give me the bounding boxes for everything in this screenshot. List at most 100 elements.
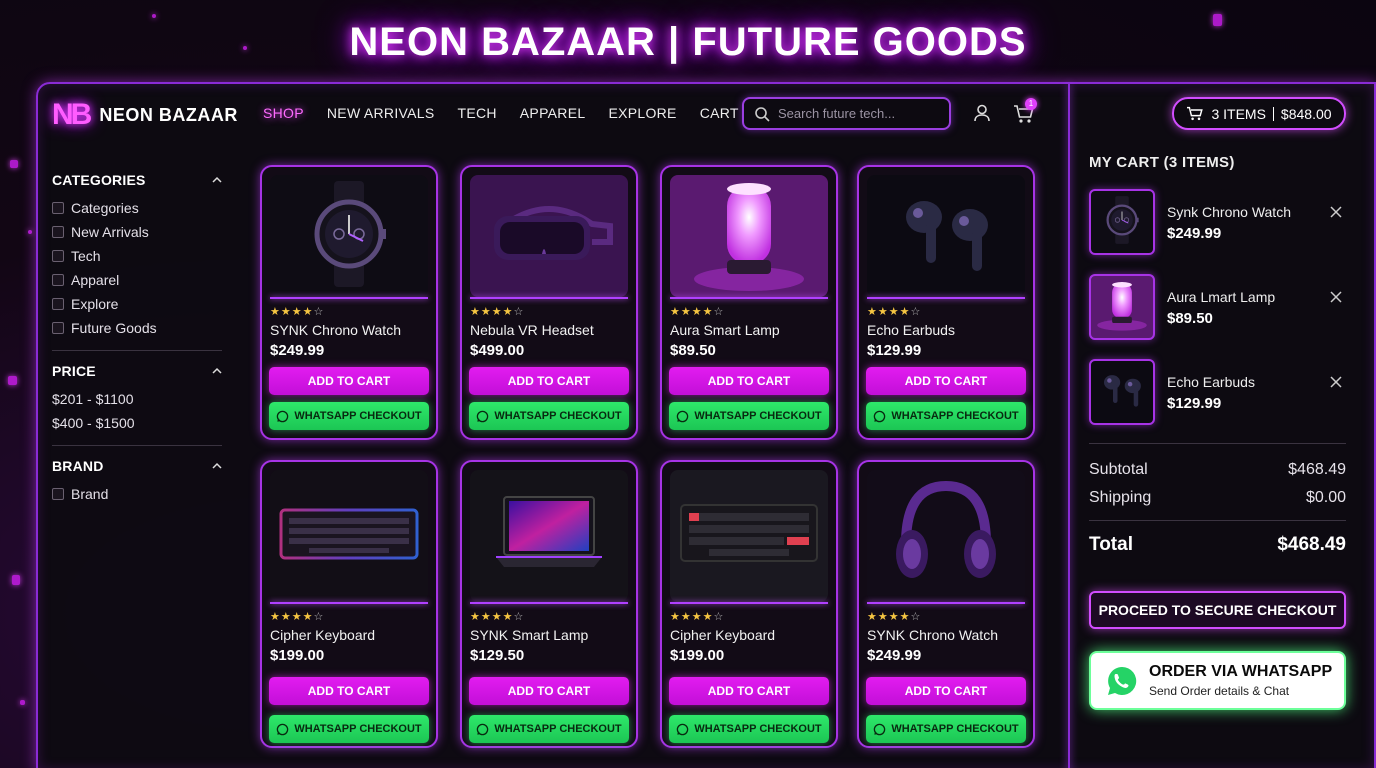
cart-item-price: $249.99 <box>1167 225 1222 242</box>
logo-text: NEON BAZAAR <box>99 104 238 125</box>
cart-count-badge: 1 <box>1025 98 1037 110</box>
cart-summary-button[interactable]: 3 ITEMS $848.00 <box>1172 97 1346 130</box>
product-name[interactable]: Cipher Keyboard <box>270 627 375 643</box>
filter-option[interactable]: Apparel <box>52 268 222 292</box>
lamp-icon <box>689 175 809 297</box>
product-name[interactable]: SYNK Smart Lamp <box>470 627 588 643</box>
product-price: $499.00 <box>470 342 525 359</box>
whatsapp-checkout-button[interactable]: WHATSAPP CHECKOUT <box>269 715 429 743</box>
product-name[interactable]: Cipher Keyboard <box>670 627 775 643</box>
product-image[interactable] <box>270 175 428 297</box>
product-image[interactable] <box>670 175 828 297</box>
headphones-icon <box>886 474 1006 599</box>
add-to-cart-button[interactable]: ADD TO CART <box>669 367 829 395</box>
filter-option[interactable]: Explore <box>52 292 222 316</box>
product-card[interactable]: ★★★★☆ Aura Smart Lamp $89.50 ADD TO CART… <box>660 165 838 440</box>
product-card[interactable]: ★★★★☆ Cipher Keyboard $199.00 ADD TO CAR… <box>660 460 838 748</box>
filter-label: Apparel <box>71 272 120 288</box>
product-image[interactable] <box>470 175 628 297</box>
product-image[interactable] <box>470 470 628 602</box>
product-price: $199.00 <box>670 647 725 664</box>
filter-option[interactable]: Brand <box>52 482 222 506</box>
whatsapp-icon <box>874 410 886 422</box>
checkbox[interactable] <box>52 274 64 286</box>
product-image[interactable] <box>270 470 428 602</box>
product-card[interactable]: ★★★★☆ SYNK Chrono Watch $249.99 ADD TO C… <box>857 460 1035 748</box>
filter-option[interactable]: Categories <box>52 196 222 220</box>
categories-header[interactable]: CATEGORIES <box>52 172 222 188</box>
cart-item-thumbnail[interactable] <box>1089 359 1155 425</box>
checkbox[interactable] <box>52 250 64 262</box>
checkbox[interactable] <box>52 322 64 334</box>
nav-apparel[interactable]: APPAREL <box>520 105 586 121</box>
chevron-up-icon <box>212 462 222 469</box>
checkbox[interactable] <box>52 202 64 214</box>
checkbox[interactable] <box>52 298 64 310</box>
close-icon[interactable] <box>1329 375 1343 389</box>
shipping-row: Shipping $0.00 <box>1089 489 1346 507</box>
whatsapp-checkout-button[interactable]: WHATSAPP CHECKOUT <box>866 715 1026 743</box>
cart-item: Synk Chrono Watch $249.99 <box>1089 189 1347 255</box>
product-card[interactable]: ★★★★☆ SYNK Smart Lamp $129.50 ADD TO CAR… <box>460 460 638 748</box>
nav-new-arrivals[interactable]: NEW ARRIVALS <box>327 105 435 121</box>
whatsapp-checkout-button[interactable]: WHATSAPP CHECKOUT <box>269 402 429 430</box>
whatsapp-checkout-button[interactable]: WHATSAPP CHECKOUT <box>669 402 829 430</box>
product-image[interactable] <box>867 175 1025 297</box>
product-name[interactable]: SYNK Chrono Watch <box>270 322 401 338</box>
cart-item-thumbnail[interactable] <box>1089 274 1155 340</box>
filter-option[interactable]: Tech <box>52 244 222 268</box>
rating-stars: ★★★★☆ <box>270 611 325 623</box>
card-divider <box>270 297 428 299</box>
add-to-cart-button[interactable]: ADD TO CART <box>669 677 829 705</box>
whatsapp-checkout-button[interactable]: WHATSAPP CHECKOUT <box>469 402 629 430</box>
brand-logo[interactable]: NB NEON BAZAAR <box>52 98 238 132</box>
order-via-whatsapp-button[interactable]: ORDER VIA WHATSAPP Send Order details & … <box>1089 651 1346 710</box>
close-icon[interactable] <box>1329 290 1343 304</box>
price-range-option[interactable]: $400 - $1500 <box>52 411 222 435</box>
add-to-cart-button[interactable]: ADD TO CART <box>269 677 429 705</box>
whatsapp-checkout-label: WHATSAPP CHECKOUT <box>294 410 422 422</box>
add-to-cart-button[interactable]: ADD TO CART <box>269 367 429 395</box>
whatsapp-icon <box>677 410 689 422</box>
nav-shop[interactable]: SHOP <box>263 105 304 121</box>
product-card[interactable]: ★★★★☆ SYNK Chrono Watch $249.99 ADD TO C… <box>260 165 438 440</box>
nav-explore[interactable]: EXPLORE <box>608 105 676 121</box>
checkbox[interactable] <box>52 488 64 500</box>
product-card[interactable]: ★★★★☆ Cipher Keyboard $199.00 ADD TO CAR… <box>260 460 438 748</box>
product-card[interactable]: ★★★★☆ Nebula VR Headset $499.00 ADD TO C… <box>460 165 638 440</box>
add-to-cart-button[interactable]: ADD TO CART <box>866 367 1026 395</box>
product-card[interactable]: ★★★★☆ Echo Earbuds $129.99 ADD TO CART W… <box>857 165 1035 440</box>
checkbox[interactable] <box>52 226 64 238</box>
whatsapp-checkout-button[interactable]: WHATSAPP CHECKOUT <box>669 715 829 743</box>
whatsapp-checkout-label: WHATSAPP CHECKOUT <box>494 410 622 422</box>
price-range-option[interactable]: $201 - $1100 <box>52 387 222 411</box>
filter-option[interactable]: Future Goods <box>52 316 222 340</box>
nav-tech[interactable]: TECH <box>457 105 496 121</box>
product-image[interactable] <box>867 470 1025 602</box>
close-icon[interactable] <box>1329 205 1343 219</box>
search-input[interactable] <box>778 106 938 121</box>
product-name[interactable]: SYNK Chrono Watch <box>867 627 998 643</box>
add-to-cart-button[interactable]: ADD TO CART <box>469 367 629 395</box>
subtotal-row: Subtotal $468.49 <box>1089 461 1346 479</box>
add-to-cart-button[interactable]: ADD TO CART <box>469 677 629 705</box>
whatsapp-checkout-label: WHATSAPP CHECKOUT <box>694 410 822 422</box>
product-name[interactable]: Nebula VR Headset <box>470 322 594 338</box>
cart-item-name: Synk Chrono Watch <box>1167 204 1291 220</box>
whatsapp-checkout-button[interactable]: WHATSAPP CHECKOUT <box>469 715 629 743</box>
cart-item-thumbnail[interactable] <box>1089 189 1155 255</box>
secure-checkout-button[interactable]: PROCEED TO SECURE CHECKOUT <box>1089 591 1346 629</box>
vr-headset-icon <box>484 194 614 279</box>
product-name[interactable]: Echo Earbuds <box>867 322 955 338</box>
whatsapp-order-title: ORDER VIA WHATSAPP <box>1149 663 1333 680</box>
product-image[interactable] <box>670 470 828 602</box>
product-name[interactable]: Aura Smart Lamp <box>670 322 780 338</box>
price-header[interactable]: PRICE <box>52 363 222 379</box>
rating-stars: ★★★★☆ <box>867 611 922 623</box>
filter-option[interactable]: New Arrivals <box>52 220 222 244</box>
user-icon[interactable] <box>972 103 992 123</box>
nav-cart[interactable]: CART <box>700 105 739 121</box>
whatsapp-checkout-button[interactable]: WHATSAPP CHECKOUT <box>866 402 1026 430</box>
brand-header[interactable]: BRAND <box>52 458 222 474</box>
add-to-cart-button[interactable]: ADD TO CART <box>866 677 1026 705</box>
